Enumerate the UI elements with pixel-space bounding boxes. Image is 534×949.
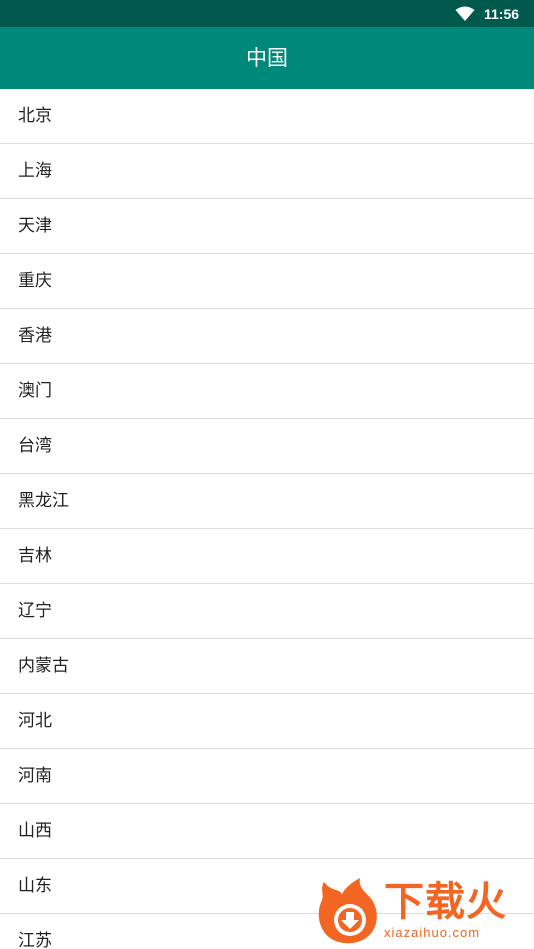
app-bar: 中国 — [0, 27, 534, 89]
list-item[interactable]: 重庆 — [0, 254, 534, 309]
list-item[interactable]: 内蒙古 — [0, 639, 534, 694]
list-item[interactable]: 澳门 — [0, 364, 534, 419]
list-item[interactable]: 河北 — [0, 694, 534, 749]
list-item-label: 台湾 — [18, 436, 52, 456]
screen: 11:56 中国 北京 上海 天津 重庆 香港 澳门 台湾 黑龙江 吉林 辽宁 … — [0, 0, 534, 949]
list-item[interactable]: 吉林 — [0, 529, 534, 584]
list-item[interactable]: 台湾 — [0, 419, 534, 474]
status-bar: 11:56 — [0, 0, 534, 27]
list-item-label: 河南 — [18, 766, 52, 786]
list-item[interactable]: 河南 — [0, 749, 534, 804]
list-item-label: 澳门 — [18, 381, 52, 401]
list-item-label: 香港 — [18, 326, 52, 346]
list-item-label: 内蒙古 — [18, 656, 69, 676]
flame-download-icon — [318, 878, 377, 944]
status-time: 11:56 — [484, 6, 520, 22]
province-list: 北京 上海 天津 重庆 香港 澳门 台湾 黑龙江 吉林 辽宁 内蒙古 河北 河南… — [0, 89, 534, 949]
page-title: 中国 — [246, 46, 288, 70]
watermark-logo: 下载火 xiazaihuo.com — [316, 878, 530, 949]
list-item-label: 重庆 — [18, 271, 52, 291]
list-item-label: 黑龙江 — [18, 491, 69, 511]
list-item[interactable]: 北京 — [0, 89, 534, 144]
wifi-icon — [455, 6, 475, 21]
list-item-label: 江苏 — [18, 931, 52, 949]
list-item-label: 天津 — [18, 216, 52, 236]
list-item-label: 河北 — [18, 711, 52, 731]
list-item-label: 北京 — [18, 106, 52, 126]
list-item[interactable]: 香港 — [0, 309, 534, 364]
list-item-label: 山西 — [18, 821, 52, 841]
list-item-label: 上海 — [18, 161, 52, 181]
list-item-label: 吉林 — [18, 546, 52, 566]
list-item[interactable]: 山西 — [0, 804, 534, 859]
list-item-label: 山东 — [18, 876, 52, 896]
list-item-label: 辽宁 — [18, 601, 52, 621]
list-item[interactable]: 天津 — [0, 199, 534, 254]
watermark-brand: 下载火 — [384, 879, 507, 925]
list-item[interactable]: 黑龙江 — [0, 474, 534, 529]
watermark-url: xiazaihuo.com — [384, 925, 481, 940]
list-item[interactable]: 辽宁 — [0, 584, 534, 639]
list-item[interactable]: 上海 — [0, 144, 534, 199]
